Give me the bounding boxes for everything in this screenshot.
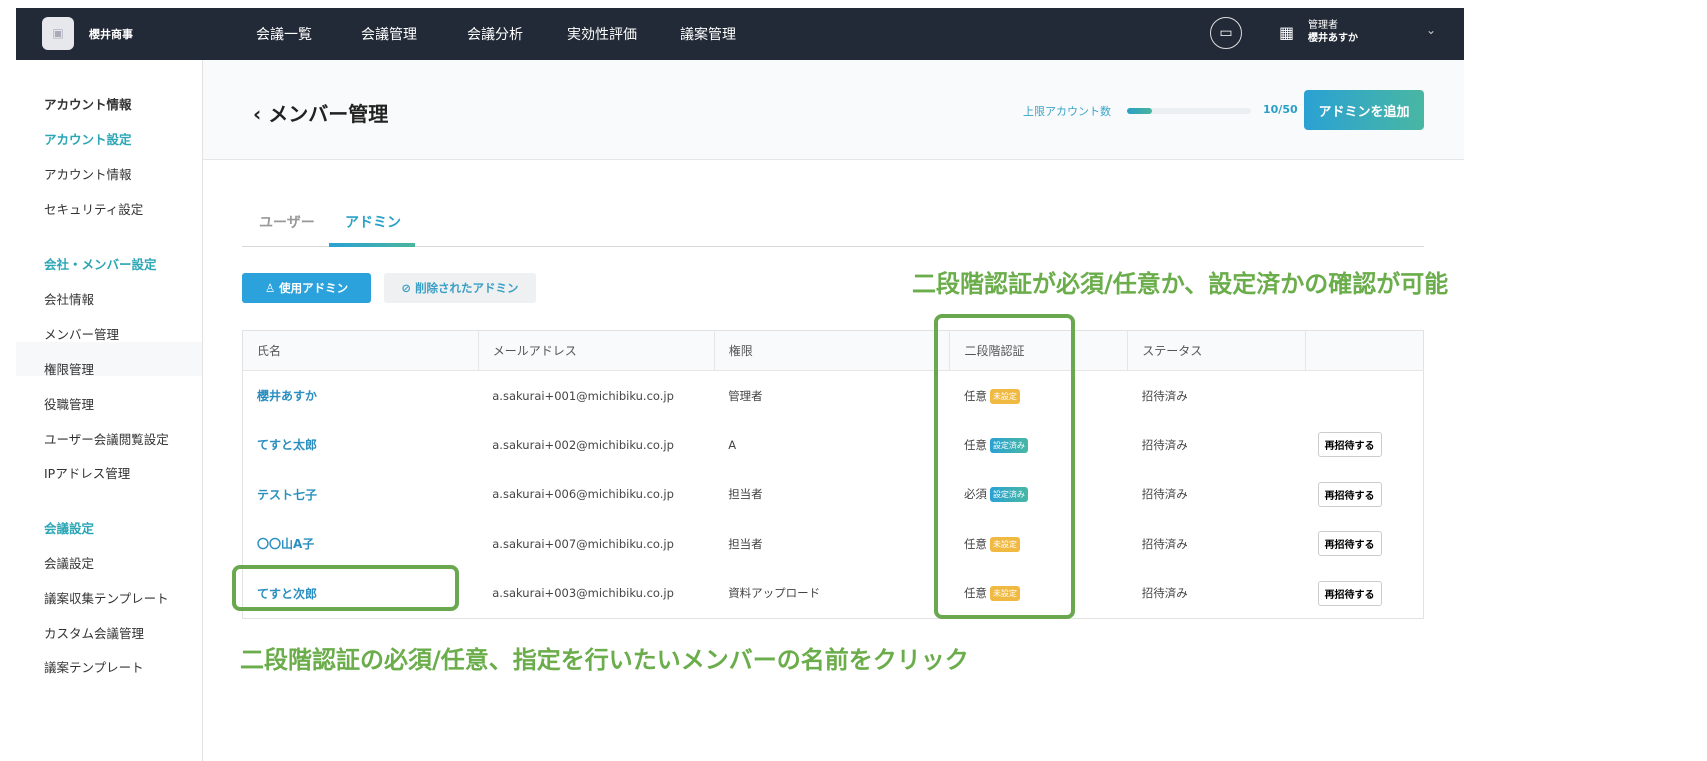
nav-meeting-management[interactable]: 会議管理 — [361, 24, 417, 44]
table-row: 櫻井あすか a.sakurai+001@michibiku.co.jp 管理者 … — [243, 371, 1424, 421]
page-title-text: メンバー管理 — [268, 102, 389, 126]
col-status[interactable]: ステータス — [1127, 330, 1306, 371]
nav-agenda-management[interactable]: 議案管理 — [680, 24, 736, 44]
annotation-bottom: 二段階認証の必須/任意、指定を行いたいメンバーの名前をクリック — [240, 646, 969, 674]
sidebar-item-meeting-settings[interactable]: 会議設定 — [44, 553, 94, 572]
add-admin-button[interactable]: アドミンを追加 — [1304, 90, 1424, 130]
user-icon: ♙ — [264, 281, 280, 295]
company-name: 櫻井商事 — [89, 28, 133, 41]
member-action: 再招待する — [1306, 420, 1424, 470]
member-action — [1306, 371, 1424, 421]
annotation-top: 二段階認証が必須/任意か、設定済かの確認が可能 — [912, 270, 1449, 298]
member-email: a.sakurai+006@michibiku.co.jp — [492, 487, 674, 502]
table-row: テスト七子 a.sakurai+006@michibiku.co.jp 担当者 … — [243, 470, 1424, 520]
sidebar-item-custom-meeting[interactable]: カスタム会議管理 — [44, 623, 144, 642]
page-title[interactable]: ‹ メンバー管理 — [253, 98, 388, 127]
col-email[interactable]: メールアドレス — [477, 330, 715, 371]
member-role: 担当者 — [728, 536, 763, 551]
company-logo-icon[interactable]: ▣ — [42, 17, 74, 50]
col-name[interactable]: 氏名 — [242, 330, 479, 371]
sidebar: アカウント情報 アカウント設定 アカウント情報 セキュリティ設定 会社・メンバー… — [16, 60, 203, 761]
deleted-admins-label: 削除されたアドミン — [415, 281, 519, 295]
member-status: 招待済み — [1141, 388, 1188, 403]
sidebar-item-agenda-collect-template[interactable]: 議案収集テンプレート — [44, 588, 169, 607]
member-name-link[interactable]: てすと太郎 — [243, 420, 479, 470]
member-name-link[interactable]: 櫻井あすか — [243, 371, 479, 421]
sidebar-heading-account: アカウント情報 — [44, 97, 132, 112]
member-action: 再招待する — [1306, 569, 1424, 619]
sidebar-section-company: 会社・メンバー設定 — [44, 257, 157, 272]
sidebar-item-security[interactable]: セキュリティ設定 — [44, 199, 143, 218]
table-header-row: 氏名 メールアドレス 権限 二段階認証 ステータス — [242, 330, 1424, 371]
col-actions — [1305, 330, 1424, 371]
table-row: 〇〇山A子 a.sakurai+007@michibiku.co.jp 担当者 … — [243, 519, 1424, 569]
user-menu[interactable]: 管理者 櫻井あすか — [1308, 19, 1358, 45]
member-role: 資料アップロード — [728, 586, 821, 600]
page-header: ‹ メンバー管理 上限アカウント数 10/50 アドミンを追加 — [203, 60, 1464, 160]
account-limit-label: 上限アカウント数 — [1023, 105, 1111, 118]
tab-users[interactable]: ユーザー — [259, 212, 315, 232]
sidebar-item-permissions[interactable]: 権限管理 — [44, 359, 94, 378]
active-admins-filter-button[interactable]: ♙ 使用アドミン — [242, 273, 371, 303]
sidebar-item-agenda-template[interactable]: 議案テンプレート — [44, 657, 144, 676]
member-email: a.sakurai+003@michibiku.co.jp — [492, 586, 674, 600]
table-row: てすと太郎 a.sakurai+002@michibiku.co.jp A 任意… — [243, 420, 1424, 470]
annotation-box-2fa-column — [934, 314, 1075, 619]
tabs: ユーザー アドミン — [242, 200, 1424, 247]
nav-meeting-analysis[interactable]: 会議分析 — [467, 24, 523, 44]
account-limit-count: 10/50 — [1263, 103, 1298, 116]
member-email: a.sakurai+002@michibiku.co.jp — [492, 437, 674, 452]
account-limit-bar — [1127, 108, 1251, 114]
active-admins-label: 使用アドミン — [279, 281, 349, 295]
reinvite-button[interactable]: 再招待する — [1317, 580, 1382, 606]
sidebar-item-ip[interactable]: IPアドレス管理 — [44, 463, 130, 482]
member-name-link[interactable]: テスト七子 — [243, 470, 479, 520]
sidebar-item-company-info[interactable]: 会社情報 — [44, 289, 94, 308]
sidebar-item-meeting-view[interactable]: ユーザー会議閲覧設定 — [44, 429, 169, 448]
building-icon: ▦ — [1279, 23, 1295, 42]
sidebar-item-members[interactable]: メンバー管理 — [44, 324, 119, 343]
member-email: a.sakurai+001@michibiku.co.jp — [492, 388, 674, 403]
tab-admins[interactable]: アドミン — [345, 212, 401, 232]
sidebar-item-account-info[interactable]: アカウント情報 — [44, 164, 132, 183]
member-role: 担当者 — [728, 487, 763, 502]
sidebar-section-account-settings: アカウント設定 — [44, 132, 132, 147]
reinvite-button[interactable]: 再招待する — [1317, 432, 1382, 458]
user-name: 櫻井あすか — [1308, 33, 1358, 44]
member-action: 再招待する — [1306, 470, 1424, 520]
nav-meeting-list[interactable]: 会議一覧 — [256, 24, 312, 44]
member-action: 再招待する — [1306, 519, 1424, 569]
deleted-admins-filter-button[interactable]: ⊘ 削除されたアドミン — [384, 273, 536, 303]
chevron-down-icon[interactable]: ⌄ — [1426, 23, 1436, 37]
member-role: 管理者 — [728, 388, 763, 403]
member-role: A — [728, 437, 737, 452]
chat-icon[interactable]: ▭ — [1210, 17, 1242, 49]
account-limit-bar-fill — [1127, 108, 1152, 114]
active-tab-underline — [329, 243, 415, 247]
user-role: 管理者 — [1308, 20, 1338, 31]
user-deleted-icon: ⊘ — [401, 281, 416, 295]
member-status: 招待済み — [1141, 437, 1188, 452]
sidebar-item-positions[interactable]: 役職管理 — [44, 394, 94, 413]
back-chevron-icon[interactable]: ‹ — [253, 102, 268, 126]
col-role[interactable]: 権限 — [713, 330, 950, 371]
reinvite-button[interactable]: 再招待する — [1317, 481, 1382, 507]
member-status: 招待済み — [1141, 487, 1188, 502]
member-name-link[interactable]: 〇〇山A子 — [243, 519, 479, 569]
member-status: 招待済み — [1141, 536, 1188, 551]
member-email: a.sakurai+007@michibiku.co.jp — [492, 536, 674, 551]
sidebar-section-meeting: 会議設定 — [44, 521, 95, 536]
member-status: 招待済み — [1141, 586, 1188, 600]
annotation-box-member-name — [232, 565, 459, 611]
top-nav-bar: ▣ 櫻井商事 会議一覧 会議管理 会議分析 実効性評価 議案管理 ▭ ▦ 管理者… — [16, 8, 1464, 60]
reinvite-button[interactable]: 再招待する — [1317, 531, 1382, 557]
nav-effectiveness[interactable]: 実効性評価 — [567, 24, 637, 44]
